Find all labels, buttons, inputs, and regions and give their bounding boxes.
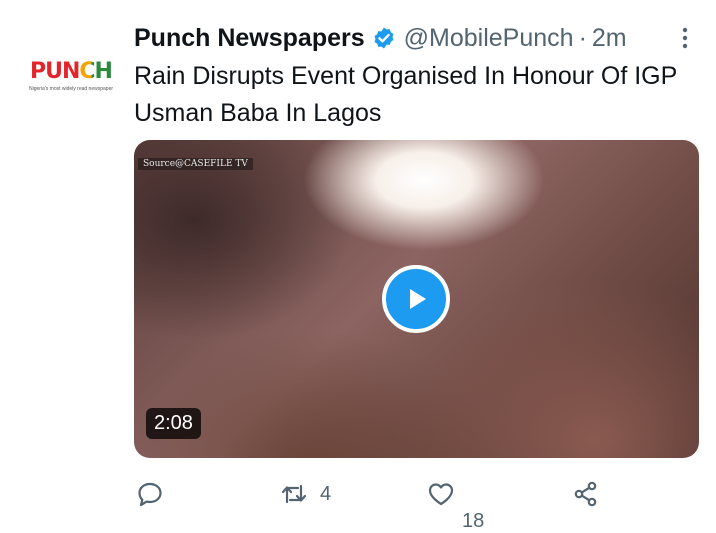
like-button[interactable] (427, 480, 455, 508)
tweet-time[interactable]: 2m (592, 24, 627, 53)
author-handle[interactable]: @MobilePunch (404, 24, 574, 53)
play-button[interactable] (382, 265, 450, 333)
retweet-count: 4 (320, 482, 332, 505)
tweet[interactable]: PUNCH Nigeria's most widely read newspap… (0, 0, 716, 532)
reply-icon (138, 482, 162, 507)
retweet-button[interactable]: 4 (280, 480, 331, 508)
source-watermark: Source@CASEFILE TV (138, 158, 253, 170)
separator-dot: · (578, 23, 587, 52)
verified-badge-icon (374, 27, 394, 49)
share-button[interactable] (572, 480, 600, 508)
tweet-text: Rain Disrupts Event Organised In Honour … (134, 62, 677, 127)
play-icon (410, 289, 426, 309)
reply-button[interactable] (136, 480, 164, 508)
tweet-header: Punch Newspapers @MobilePunch · 2m (134, 22, 627, 54)
author-name[interactable]: Punch Newspapers (134, 24, 365, 53)
like-icon (428, 483, 454, 506)
video-player[interactable]: Source@CASEFILE TV 2:08 (134, 140, 699, 458)
avatar[interactable]: PUNCH Nigeria's most widely read newspap… (22, 52, 120, 100)
like-count: 18 (462, 510, 485, 532)
punch-logo: PUNCH (30, 59, 113, 84)
video-duration: 2:08 (146, 408, 201, 439)
more-options-icon[interactable] (678, 26, 692, 50)
action-bar: 4 18 (0, 470, 716, 532)
retweet-icon (281, 484, 307, 504)
share-icon (574, 481, 597, 507)
logo-tagline: Nigeria's most widely read newspaper (28, 86, 114, 92)
